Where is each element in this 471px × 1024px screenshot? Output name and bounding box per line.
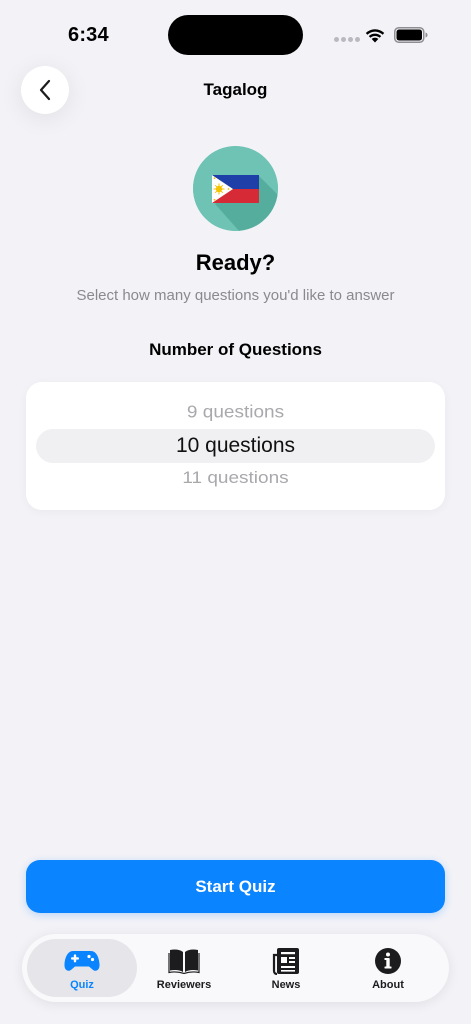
wifi-icon <box>365 29 385 43</box>
start-quiz-button[interactable]: Start Quiz <box>26 860 445 913</box>
newspaper-icon <box>272 948 299 975</box>
book-icon <box>168 949 200 974</box>
number-of-questions-label: Number of Questions <box>149 340 322 359</box>
dynamic-island <box>168 15 303 55</box>
tab-news-label: News <box>271 979 301 991</box>
tab-bar: Quiz Reviewers News About <box>22 934 449 1002</box>
question-count-picker[interactable]: 9 questions 10 questions 11 questions <box>26 382 445 510</box>
status-time: 6:34 <box>68 24 109 46</box>
picker-option-previous[interactable]: 9 questions <box>26 403 445 423</box>
cellular-signal-icon <box>334 37 360 42</box>
language-badge <box>193 146 278 231</box>
tab-reviewers-label: Reviewers <box>156 979 212 991</box>
tab-quiz-label: Quiz <box>70 979 94 991</box>
ready-title: Ready? <box>195 250 276 275</box>
battery-icon <box>394 27 428 43</box>
nav-title: Tagalog <box>203 80 268 99</box>
gamecontroller-icon <box>64 951 100 971</box>
tab-about[interactable]: About <box>333 939 443 997</box>
ready-subtitle: Select how many questions you'd like to … <box>76 287 395 304</box>
status-bar: 6:34 <box>0 0 471 70</box>
tab-quiz[interactable]: Quiz <box>27 939 137 997</box>
philippines-flag-icon <box>193 146 278 231</box>
picker-option-next[interactable]: 11 questions <box>26 470 445 489</box>
tab-about-label: About <box>372 979 404 991</box>
info-icon <box>375 948 401 974</box>
tab-news[interactable]: News <box>231 939 341 997</box>
quiz-setup-screen: 6:34 Tagalog Ready? Select how many ques… <box>0 0 471 1024</box>
picker-option-selected[interactable]: 10 questions <box>26 434 445 458</box>
tab-reviewers[interactable]: Reviewers <box>129 939 239 997</box>
